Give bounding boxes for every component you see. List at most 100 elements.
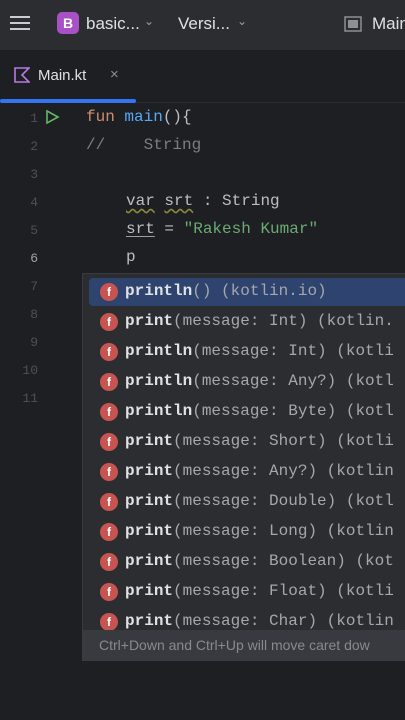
completion-item[interactable]: f print(message: Short) (kotli xyxy=(83,427,405,457)
signature: (message: Long) (kotlin xyxy=(173,522,394,540)
completion-item[interactable]: f println(message: Int) (kotli xyxy=(83,337,405,367)
function-name: rint xyxy=(134,582,174,600)
match-text: p xyxy=(125,492,135,510)
completion-item[interactable]: f print(message: Any?) (kotlin xyxy=(83,457,405,487)
line-number: 11 xyxy=(22,391,38,406)
run-config-icon[interactable] xyxy=(344,15,362,33)
completion-popup: f println() (kotlin.io) f print(message: I… xyxy=(82,273,405,661)
function-name: main xyxy=(124,108,163,126)
completion-text: print(message: Short) (kotli xyxy=(125,432,394,450)
completion-text: print(message: Float) (kotli xyxy=(125,582,394,600)
function-name: rint xyxy=(134,612,174,630)
function-name: rint xyxy=(134,522,174,540)
line-number: 8 xyxy=(30,307,38,322)
line-number: 7 xyxy=(30,279,38,294)
run-config-selector[interactable]: Main xyxy=(372,14,405,34)
function-icon: f xyxy=(100,373,118,391)
completion-text: print(message: Boolean) (kot xyxy=(125,552,394,570)
completion-text: println() (kotlin.io) xyxy=(125,282,327,300)
completion-item[interactable]: f print(message: Boolean) (kot xyxy=(83,547,405,577)
close-icon[interactable]: × xyxy=(110,66,119,83)
completion-text: println(message: Int) (kotli xyxy=(125,342,394,360)
function-name: rintln xyxy=(134,282,193,300)
code-text: (){ xyxy=(162,108,192,126)
match-text: p xyxy=(125,522,135,540)
signature: () (kotlin.io) xyxy=(192,282,327,300)
function-icon: f xyxy=(100,523,118,541)
function-icon: f xyxy=(100,493,118,511)
completion-text: print(message: Any?) (kotlin xyxy=(125,462,394,480)
signature: (message: Char) (kotlin xyxy=(173,612,394,630)
match-text: p xyxy=(125,372,135,390)
completion-item[interactable]: f println(message: Byte) (kotl xyxy=(83,397,405,427)
comment-line: // String xyxy=(86,136,202,154)
match-text: p xyxy=(125,282,135,300)
vcs-selector[interactable]: Versi... xyxy=(178,14,230,34)
line-number: 3 xyxy=(30,167,38,182)
completion-text: println(message: Byte) (kotl xyxy=(125,402,394,420)
match-text: p xyxy=(125,462,135,480)
signature: (message: Any?) (kotl xyxy=(192,372,394,390)
completion-item[interactable]: f print(message: Long) (kotlin xyxy=(83,517,405,547)
match-text: p xyxy=(125,342,135,360)
code-text: = xyxy=(154,220,184,238)
line-number: 1 xyxy=(30,111,38,126)
line-number: 10 xyxy=(22,363,38,378)
completion-text: print(message: Int) (kotlin. xyxy=(125,312,394,330)
variable-name: srt xyxy=(164,192,194,210)
function-name: rint xyxy=(134,492,174,510)
match-text: p xyxy=(125,582,135,600)
typed-text: p xyxy=(126,248,136,266)
line-number: 2 xyxy=(30,139,38,154)
code-line: var srt : String xyxy=(126,192,280,210)
code-text: : String xyxy=(193,192,280,210)
signature: (message: Float) (kotli xyxy=(173,582,394,600)
hint-text: Ctrl+Down and Ctrl+Up will move caret do… xyxy=(99,637,370,653)
signature: (message: Int) (kotlin. xyxy=(173,312,394,330)
main-menu-icon[interactable] xyxy=(10,14,30,34)
completion-item[interactable]: f println() (kotlin.io) xyxy=(83,277,405,307)
function-icon: f xyxy=(100,553,118,571)
chevron-down-icon[interactable]: ⌄ xyxy=(237,14,247,28)
completion-text: println(message: Any?) (kotl xyxy=(125,372,394,390)
function-icon: f xyxy=(100,583,118,601)
project-selector[interactable]: basic... xyxy=(86,14,140,34)
function-name: rintln xyxy=(134,372,193,390)
function-icon: f xyxy=(100,343,118,361)
code-line: fun main(){ xyxy=(86,108,192,126)
project-badge[interactable]: B xyxy=(57,12,79,34)
chevron-down-icon[interactable]: ⌄ xyxy=(144,14,154,28)
signature: (message: Double) (kotl xyxy=(173,492,394,510)
kotlin-file-icon xyxy=(14,67,30,83)
function-icon: f xyxy=(100,283,118,301)
completion-item[interactable]: f print(message: Int) (kotlin. xyxy=(83,307,405,337)
function-name: rint xyxy=(134,432,174,450)
tab-main-kt[interactable]: Main.kt × xyxy=(0,50,136,103)
line-number-active: 6 xyxy=(30,251,38,266)
keyword: var xyxy=(126,192,155,210)
string-literal: "Rakesh Kumar" xyxy=(183,220,319,238)
variable-name: srt xyxy=(126,220,155,238)
completion-item[interactable]: f print(message: Float) (kotli xyxy=(83,577,405,607)
function-name: rint xyxy=(134,462,174,480)
completion-hint-bar: Ctrl+Down and Ctrl+Up will move caret do… xyxy=(82,630,405,660)
function-icon: f xyxy=(100,433,118,451)
main-toolbar: B basic... ⌄ Versi... ⌄ Main xyxy=(0,0,405,50)
keyword: fun xyxy=(86,108,115,126)
match-text: p xyxy=(125,432,135,450)
signature: (message: Int) (kotli xyxy=(192,342,394,360)
line-number: 9 xyxy=(30,335,38,350)
match-text: p xyxy=(125,402,135,420)
function-name: rint xyxy=(134,312,174,330)
function-icon: f xyxy=(100,613,118,631)
function-name: rint xyxy=(134,552,174,570)
completion-item[interactable]: f println(message: Any?) (kotl xyxy=(83,367,405,397)
code-line: srt = "Rakesh Kumar" xyxy=(126,220,318,238)
match-text: p xyxy=(125,552,135,570)
function-name: rintln xyxy=(134,402,193,420)
function-name: rintln xyxy=(134,342,193,360)
run-gutter-icon[interactable] xyxy=(44,109,60,125)
function-icon: f xyxy=(100,463,118,481)
signature: (message: Byte) (kotl xyxy=(192,402,394,420)
completion-item[interactable]: f print(message: Double) (kotl xyxy=(83,487,405,517)
